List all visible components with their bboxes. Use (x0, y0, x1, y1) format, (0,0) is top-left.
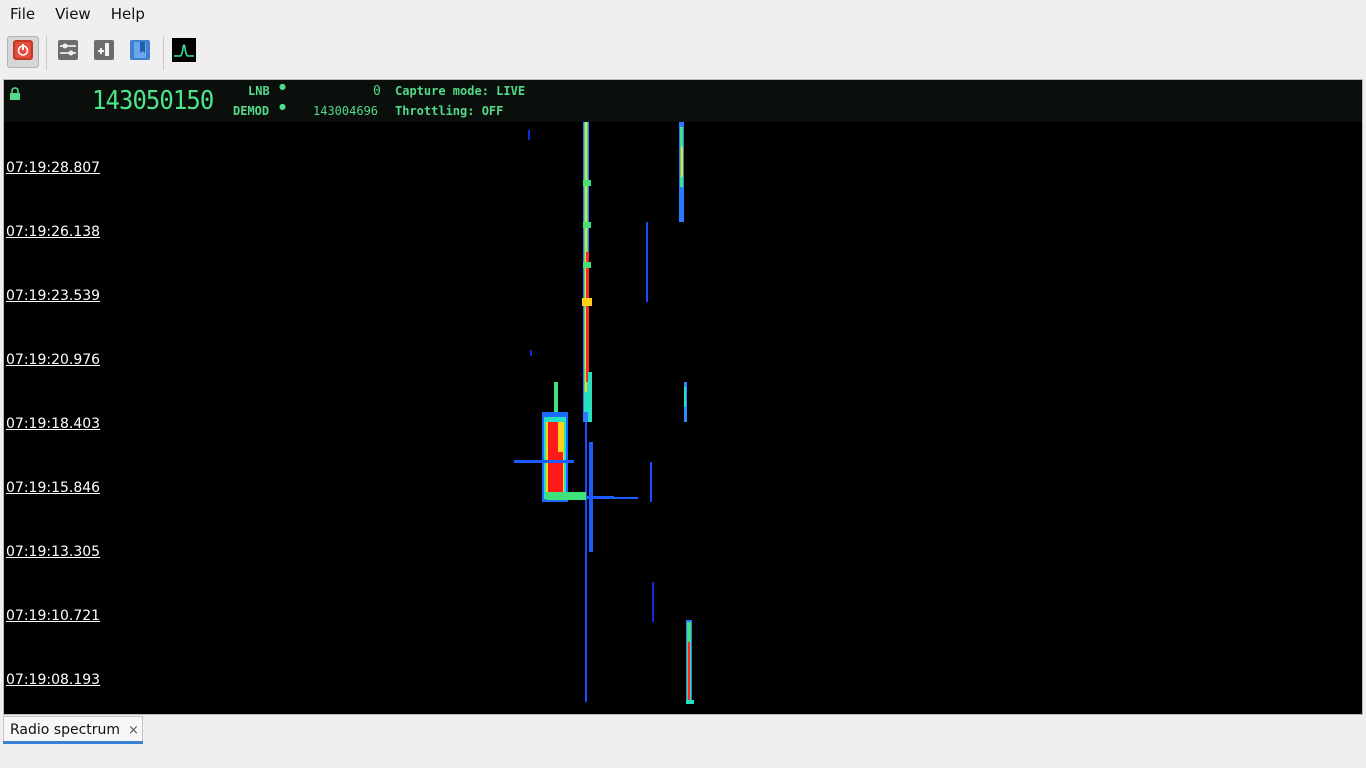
close-icon[interactable]: × (128, 723, 139, 738)
timestamp-label: 07:19:20.976 (6, 352, 101, 368)
demod-label: DEMOD (233, 104, 270, 118)
timestamp-label: 07:19:10.721 (6, 608, 101, 624)
settings-icon (57, 39, 79, 65)
power-button[interactable] (7, 36, 39, 68)
bookmark-button[interactable] (124, 36, 156, 68)
menu-file[interactable]: File (0, 0, 45, 28)
toolbar-separator (163, 36, 164, 70)
timestamp-label: 07:19:15.846 (6, 480, 101, 496)
menu-view[interactable]: View (45, 0, 101, 28)
timestamp-label: 07:19:23.539 (6, 288, 101, 304)
frequency-panel: 143050150 LNB ● 0 DEMOD ● 143004696 Capt… (4, 80, 1362, 122)
lock-icon[interactable] (9, 86, 21, 105)
spectrum-button[interactable] (168, 36, 200, 68)
toolbar-separator (46, 36, 47, 70)
tab-label: Radio spectrum (10, 722, 121, 738)
demod-lock-icon[interactable]: ● (279, 102, 286, 111)
active-tab-indicator (3, 741, 143, 744)
tab-radio-spectrum[interactable]: Radio spectrum × (3, 716, 143, 743)
timestamp-label: 07:19:26.138 (6, 224, 101, 240)
lnb-label: LNB (248, 84, 270, 98)
waterfall-signals (514, 122, 694, 704)
timestamp-label: 07:19:13.305 (6, 544, 101, 560)
throttling-status: Throttling: OFF (395, 104, 504, 118)
toolbar (0, 34, 1366, 72)
spectrum-icon (172, 38, 196, 66)
timestamp-label: 07:19:28.807 (6, 160, 101, 176)
menu-bar: File View Help (0, 0, 1366, 28)
lnb-value[interactable]: 0 (373, 84, 381, 99)
lnb-lock-icon[interactable]: ● (279, 82, 286, 91)
main-display: 143050150 LNB ● 0 DEMOD ● 143004696 Capt… (3, 79, 1363, 715)
center-frequency-display[interactable]: 143050150 (92, 86, 214, 116)
power-icon (12, 39, 34, 65)
add-source-button[interactable] (88, 36, 120, 68)
waterfall-display[interactable]: 07:19:28.807 07:19:26.138 07:19:23.539 0… (4, 122, 1362, 714)
settings-button[interactable] (52, 36, 84, 68)
timestamp-label: 07:19:18.403 (6, 416, 101, 432)
capture-mode-status: Capture mode: LIVE (395, 84, 526, 98)
timestamp-label: 07:19:08.193 (6, 672, 101, 688)
demod-value[interactable]: 143004696 (313, 104, 378, 118)
bookmark-icon (129, 39, 151, 65)
tab-bar: Radio spectrum × (0, 716, 1366, 768)
menu-help[interactable]: Help (101, 0, 155, 28)
add-source-icon (93, 39, 115, 65)
